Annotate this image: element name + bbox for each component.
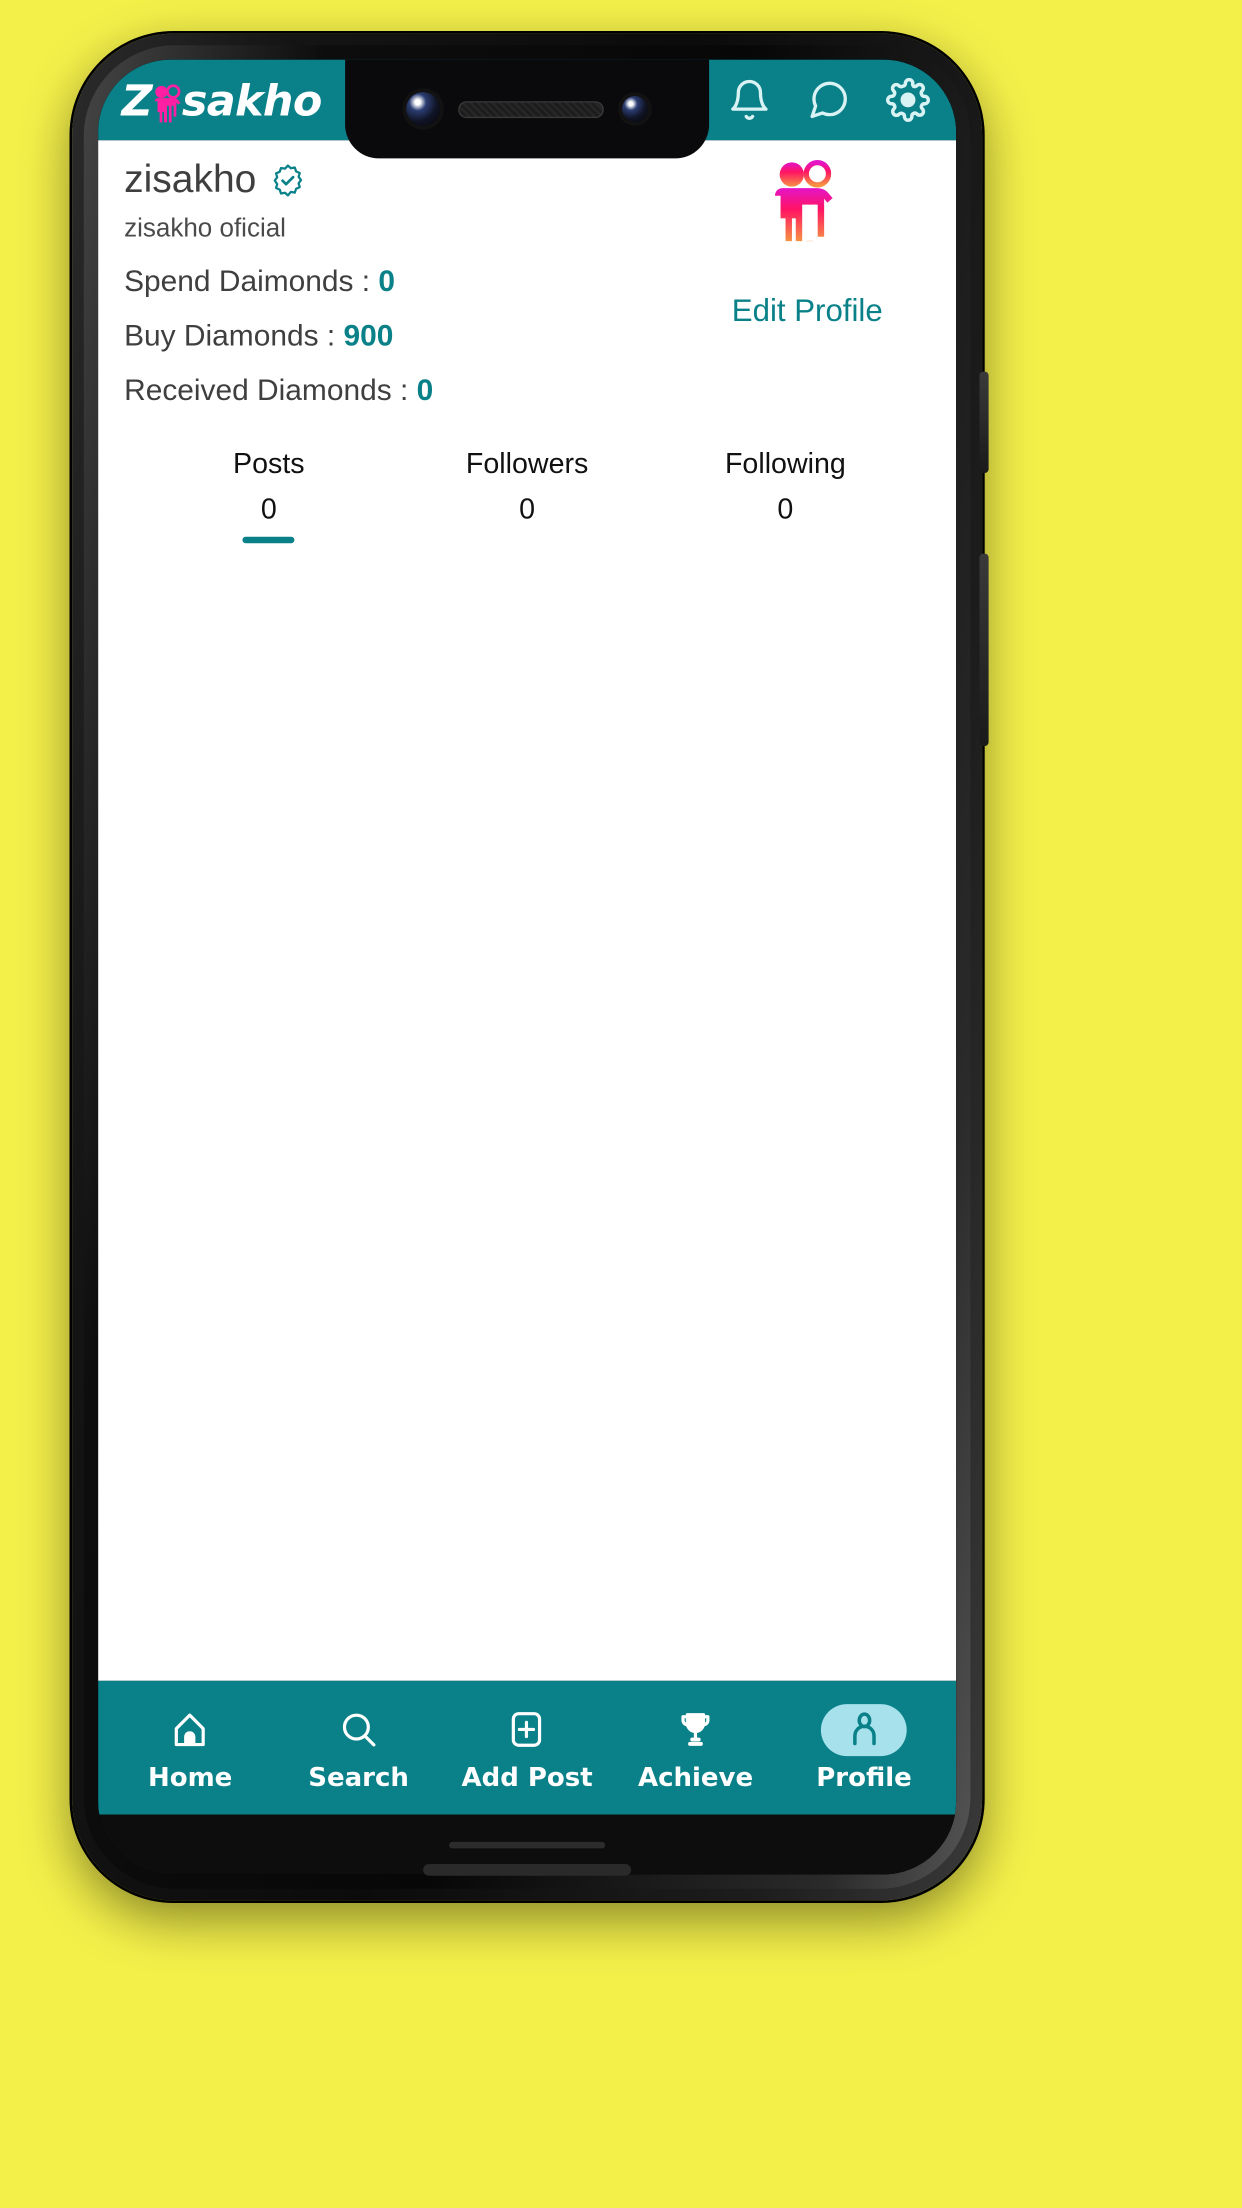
add-post-icon: [507, 1709, 547, 1749]
person-icon: [844, 1709, 884, 1749]
nav-item-add-post[interactable]: Add Post: [443, 1703, 611, 1792]
nav-item-home[interactable]: Home: [106, 1703, 274, 1792]
settings-gear-icon[interactable]: [886, 77, 930, 122]
volume-button[interactable]: [979, 371, 989, 473]
messages-icon[interactable]: [807, 78, 851, 122]
couple-logo-icon: [151, 83, 185, 123]
earpiece-speaker: [458, 100, 604, 118]
spend-diamonds-value: 0: [378, 263, 396, 298]
nav-label-add-post: Add Post: [461, 1760, 593, 1792]
buy-diamonds-label: Buy Diamonds :: [124, 318, 344, 353]
gesture-pill[interactable]: [449, 1841, 606, 1848]
stat-following[interactable]: Following 0: [656, 447, 914, 538]
add-post-icon-wrap: [484, 1703, 570, 1755]
spend-diamonds-label: Spend Daimonds :: [124, 263, 379, 298]
stat-followers-value: 0: [519, 492, 536, 526]
brand-logo[interactable]: Z sakho: [121, 74, 323, 126]
nav-label-search: Search: [308, 1760, 409, 1792]
nav-label-achieve: Achieve: [637, 1760, 754, 1792]
bottom-navigation-bar: Home Search Add Post Achieve Profile: [98, 1680, 957, 1815]
stat-posts[interactable]: Posts 0: [140, 447, 398, 538]
buy-diamonds-row: Buy Diamonds : 900: [124, 318, 683, 353]
front-camera-icon: [406, 92, 440, 126]
profile-username: zisakho: [124, 158, 257, 202]
phone-screen: Z sakho Edit Profile zisakho zisakho ofi…: [98, 59, 957, 1875]
stat-posts-label: Posts: [233, 447, 305, 480]
profile-stats-row: Posts 0 Followers 0 Following 0: [124, 447, 930, 538]
nav-item-achieve[interactable]: Achieve: [611, 1703, 779, 1792]
spend-diamonds-row: Spend Daimonds : 0: [124, 264, 683, 299]
couple-avatar-icon[interactable]: [760, 158, 854, 252]
profile-header-block: Edit Profile zisakho zisakho oficial Spe…: [98, 140, 956, 538]
home-icon: [170, 1709, 210, 1749]
nav-item-search[interactable]: Search: [274, 1703, 442, 1792]
home-icon-wrap: [147, 1703, 233, 1755]
stat-posts-value: 0: [260, 492, 277, 526]
nav-item-profile[interactable]: Profile: [780, 1703, 948, 1792]
app-body: Edit Profile zisakho zisakho oficial Spe…: [98, 140, 957, 1681]
profile-handle: zisakho oficial: [124, 214, 286, 243]
app-root: Z sakho Edit Profile zisakho zisakho ofi…: [98, 59, 957, 1875]
phone-frame: Z sakho Edit Profile zisakho zisakho ofi…: [72, 33, 989, 1901]
edit-profile-button[interactable]: Edit Profile: [687, 294, 928, 330]
received-diamonds-row: Received Diamonds : 0: [124, 373, 683, 408]
stat-followers[interactable]: Followers 0: [398, 447, 656, 538]
search-icon: [338, 1709, 378, 1749]
power-button[interactable]: [979, 553, 989, 746]
notifications-icon[interactable]: [727, 78, 771, 122]
trophy-icon: [675, 1709, 715, 1749]
trophy-icon-wrap: [653, 1703, 739, 1755]
brand-logo-prefix: Z: [121, 74, 153, 126]
received-diamonds-value: 0: [416, 372, 434, 407]
search-icon-wrap: [316, 1703, 402, 1755]
nav-label-home: Home: [147, 1760, 233, 1792]
stat-following-label: Following: [724, 447, 846, 480]
stat-followers-label: Followers: [465, 447, 589, 480]
nav-label-profile: Profile: [816, 1760, 912, 1792]
profile-right-column: Edit Profile: [687, 158, 928, 330]
profile-left-column: zisakho zisakho oficial Spend Daimonds :…: [124, 158, 683, 408]
received-diamonds-label: Received Diamonds :: [124, 372, 417, 407]
phone-chin-pill: [423, 1863, 632, 1876]
username-row: zisakho: [124, 158, 683, 202]
brand-logo-suffix: sakho: [181, 74, 322, 126]
front-camera-secondary-icon: [622, 96, 648, 122]
phone-notch: [345, 59, 710, 159]
stat-following-value: 0: [777, 492, 794, 526]
header-actions: [727, 77, 938, 122]
verified-badge-icon: [271, 164, 305, 198]
buy-diamonds-value: 900: [343, 318, 394, 353]
person-icon-wrap: [821, 1703, 907, 1756]
